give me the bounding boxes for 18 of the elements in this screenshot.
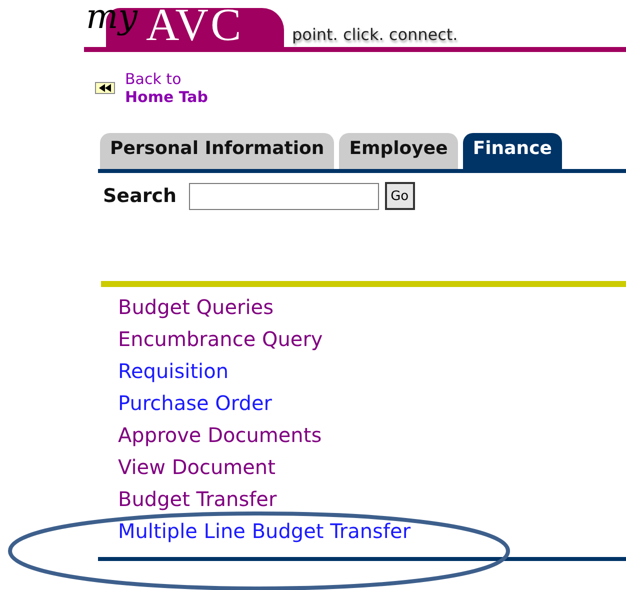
menu-link[interactable]: Purchase Order: [118, 386, 272, 418]
back-link[interactable]: Back to Home Tab: [125, 70, 208, 106]
menu-link[interactable]: Multiple Line Budget Transfer: [118, 514, 411, 546]
menu-link[interactable]: Budget Transfer: [118, 482, 277, 514]
rewind-icon[interactable]: [95, 82, 115, 94]
tab[interactable]: Personal Information: [100, 133, 334, 169]
menu-link[interactable]: Approve Documents: [118, 418, 322, 450]
go-button[interactable]: Go: [384, 182, 415, 210]
logo-text: AVC: [146, 2, 244, 48]
menu-link[interactable]: Requisition: [118, 354, 229, 386]
search-label: Search: [103, 184, 177, 209]
tagline: point. click. connect.: [292, 27, 458, 43]
menu-link[interactable]: Budget Queries: [118, 290, 274, 322]
tab[interactable]: Finance: [462, 133, 562, 169]
menu-link[interactable]: Encumbrance Query: [118, 322, 323, 354]
search-field[interactable]: [188, 182, 379, 210]
tab[interactable]: Employee: [339, 133, 458, 169]
menu-link[interactable]: View Document: [118, 450, 276, 482]
